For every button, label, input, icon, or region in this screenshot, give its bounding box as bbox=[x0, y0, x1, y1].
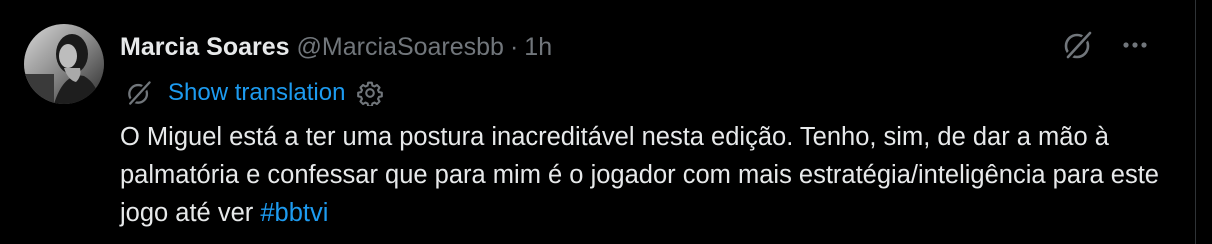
tweet-text: O Miguel está a ter uma postura inacredi… bbox=[120, 118, 1160, 232]
avatar-image bbox=[24, 24, 104, 104]
gear-icon[interactable] bbox=[357, 80, 384, 106]
translation-row: Show translation bbox=[124, 76, 384, 110]
author-handle[interactable]: @MarciaSoaresbb bbox=[297, 33, 504, 62]
author-name[interactable]: Marcia Soares bbox=[120, 33, 290, 62]
show-translation-link[interactable]: Show translation bbox=[168, 79, 345, 107]
grok-icon[interactable] bbox=[1061, 28, 1095, 62]
grok-translate-icon bbox=[124, 78, 154, 108]
tweet-actions-top bbox=[1061, 28, 1147, 62]
hashtag-link[interactable]: #bbtvi bbox=[260, 199, 328, 227]
tweet-header: Marcia Soares @MarciaSoaresbb · 1h bbox=[120, 27, 552, 67]
separator-dot: · bbox=[509, 32, 519, 61]
tweet-card[interactable]: Marcia Soares @MarciaSoaresbb · 1h Show … bbox=[0, 0, 1196, 244]
timestamp[interactable]: 1h bbox=[524, 33, 552, 62]
avatar[interactable] bbox=[24, 24, 104, 104]
more-horizontal-icon[interactable] bbox=[1123, 41, 1147, 49]
